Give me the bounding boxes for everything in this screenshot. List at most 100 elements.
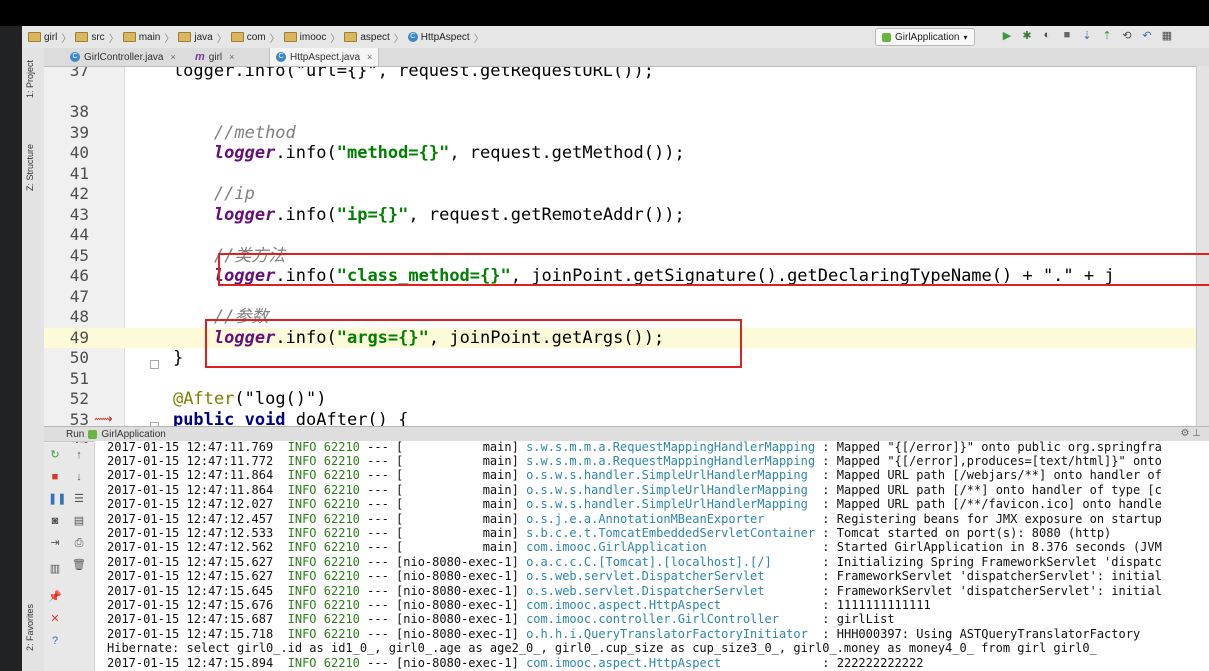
line-number: 51	[69, 368, 89, 388]
breadcrumb-label: aspect	[360, 31, 390, 43]
log-level: INFO	[287, 526, 317, 540]
log-logger: o.s.web.servlet.DispatcherServlet	[526, 583, 816, 598]
breadcrumb: girl 〉 src 〉 main 〉 java 〉 com 〉 imooc 〉 aspect 〉 C Htt…	[28, 26, 484, 48]
rerun-icon[interactable]: ↻	[48, 449, 62, 461]
log-timestamp: 2017-01-15 12:47:11.864	[107, 482, 274, 497]
print-icon[interactable]: ⎙	[72, 537, 86, 549]
fold-marker[interactable]	[150, 360, 159, 369]
tab-girl[interactable]: m girl ×	[189, 48, 240, 66]
log-timestamp: 2017-01-15 12:47:11.772	[107, 454, 274, 468]
line-number: 42	[69, 184, 89, 203]
layout-icon[interactable]: ▥	[48, 563, 62, 575]
coverage-icon[interactable]: ◐	[1040, 28, 1054, 42]
code-text: //method	[132, 123, 296, 144]
code-line: 40 logger.info("method={}", request.getM…	[44, 143, 1196, 164]
soft-wrap-icon[interactable]: ☰	[72, 493, 86, 505]
close-tab-icon[interactable]: ×	[170, 52, 175, 62]
log-pid: 62210	[323, 441, 360, 454]
debug-icon[interactable]: ✱	[1020, 28, 1034, 42]
code-args: , request.getRemoteAddr());	[408, 204, 685, 225]
run-configuration-dropdown[interactable]: GirlApplication ▾	[875, 28, 975, 46]
breadcrumb-item[interactable]: com	[230, 32, 266, 43]
tab-httpaspect-java[interactable]: C HttpAspect.java ×	[269, 48, 380, 66]
vcs-update-icon[interactable]: ⇣	[1080, 28, 1094, 42]
breadcrumb-item[interactable]: src	[75, 32, 105, 43]
log-line: 2017-01-15 12:47:12.027 INFO 62210 --- […	[107, 497, 1162, 512]
log-thread: [ main]	[396, 497, 519, 512]
editor-tab-bar: C GirlController.java × m girl × C HttpAspect.j…	[44, 48, 1209, 67]
exit-icon[interactable]: ⇥	[48, 537, 62, 549]
close-tab-icon[interactable]: ×	[367, 52, 372, 62]
log-message: : Initializing Spring FrameworkServlet '…	[822, 554, 1162, 569]
breadcrumb-item[interactable]: girl	[28, 32, 57, 43]
project-structure-icon[interactable]: ▦	[1160, 28, 1174, 42]
log-pid: 62210	[323, 454, 360, 468]
log-thread: [nio-8080-exec-1]	[396, 554, 519, 569]
tab-girlcontroller-java[interactable]: C GirlController.java ×	[64, 48, 182, 66]
pin-icon[interactable]: 📌	[48, 591, 62, 603]
log-level: INFO	[287, 441, 317, 454]
line-number: 41	[69, 163, 89, 183]
breadcrumb-item[interactable]: imooc	[283, 32, 326, 43]
stop-icon[interactable]: ■	[48, 471, 62, 483]
project-tool-button[interactable]: 1: Project	[25, 60, 35, 98]
code-line: 38	[44, 102, 1196, 123]
log-message: : Mapped URL path [/webjars/**] onto han…	[822, 468, 1162, 483]
line-number: 39	[69, 122, 89, 142]
log-level: INFO	[287, 482, 317, 497]
log-thread: [nio-8080-exec-1]	[396, 583, 519, 598]
log-message: : Tomcat started on port(s): 8080 (http)	[822, 526, 1112, 540]
code-text: logger.info("url={}", request.getRequest…	[132, 67, 654, 82]
vcs-commit-icon[interactable]: ⇡	[1100, 28, 1114, 42]
log-thread: [ main]	[396, 454, 519, 468]
breadcrumb-label: HttpAspect	[420, 31, 470, 43]
run-console[interactable]: 2017-01-15 12:47:11.769 INFO 62210 --- […	[95, 441, 1209, 671]
close-tab-icon[interactable]: ×	[229, 52, 234, 62]
log-pid: 62210	[323, 598, 360, 612]
stop-icon[interactable]: ■	[1060, 28, 1074, 42]
scroll-down-icon[interactable]: ↓	[72, 471, 86, 483]
scroll-up-icon[interactable]: ↑	[72, 449, 86, 461]
line-number: 49	[69, 327, 89, 347]
breadcrumb-separator-icon: 〉	[61, 33, 72, 45]
favorites-tool-button[interactable]: 2: Favorites	[25, 604, 35, 651]
log-timestamp: 2017-01-15 12:47:12.533	[107, 526, 274, 540]
undo-icon[interactable]: ↶	[1140, 28, 1154, 42]
log-thread: [nio-8080-exec-1]	[396, 612, 519, 627]
breadcrumb-item[interactable]: C HttpAspect	[407, 31, 470, 43]
settings-icon[interactable]: ⚙ ⊥	[1181, 428, 1201, 439]
structure-tool-button[interactable]: Z: Structure	[25, 144, 35, 191]
scroll-to-end-icon[interactable]: ▤	[72, 515, 86, 527]
breadcrumb-label: java	[194, 31, 213, 43]
log-pid: 62210	[323, 497, 360, 512]
log-timestamp: 2017-01-15 12:47:11.864	[107, 468, 274, 483]
class-icon: C	[407, 32, 418, 42]
class-icon: C	[70, 52, 80, 62]
folder-icon	[28, 32, 41, 42]
breadcrumb-separator-icon: 〉	[330, 33, 341, 45]
breadcrumb-item[interactable]: aspect	[344, 31, 390, 43]
log-logger: o.s.j.e.a.AnnotationMBeanExporter	[526, 511, 816, 526]
log-line: 2017-01-15 12:47:11.772 INFO 62210 --- […	[107, 454, 1162, 468]
log-timestamp: 2017-01-15 12:47:12.457	[107, 511, 274, 526]
line-number: 50	[69, 348, 89, 367]
help-icon[interactable]: ?	[48, 635, 62, 647]
history-icon[interactable]: ⟲	[1120, 28, 1134, 42]
breadcrumb-item[interactable]: main	[122, 32, 160, 43]
dump-threads-icon[interactable]: ◙	[48, 515, 62, 527]
log-level: INFO	[287, 554, 317, 569]
log-level: INFO	[287, 598, 317, 612]
log-message: : HHH000397: Using ASTQueryTranslatorFac…	[822, 626, 1141, 641]
line-number: 52	[69, 389, 89, 408]
close-icon[interactable]: ✕	[48, 613, 62, 625]
toolbar: ▶ ✱ ◐ ■ ⇣ ⇡ ⟲ ↶ ▦	[1000, 28, 1174, 42]
run-icon[interactable]: ▶	[1000, 28, 1014, 42]
clear-all-icon[interactable]: 🗑	[72, 559, 86, 571]
log-logger: s.w.s.m.m.a.RequestMappingHandlerMapping	[526, 454, 816, 468]
log-pid: 62210	[323, 554, 360, 569]
screen-left-edge	[0, 26, 22, 671]
log-timestamp: 2017-01-15 12:47:15.627	[107, 554, 274, 569]
breadcrumb-item[interactable]: java	[178, 31, 213, 43]
pause-icon[interactable]: ❚❚	[48, 493, 66, 505]
log-logger: com.imooc.GirlApplication	[526, 540, 816, 555]
